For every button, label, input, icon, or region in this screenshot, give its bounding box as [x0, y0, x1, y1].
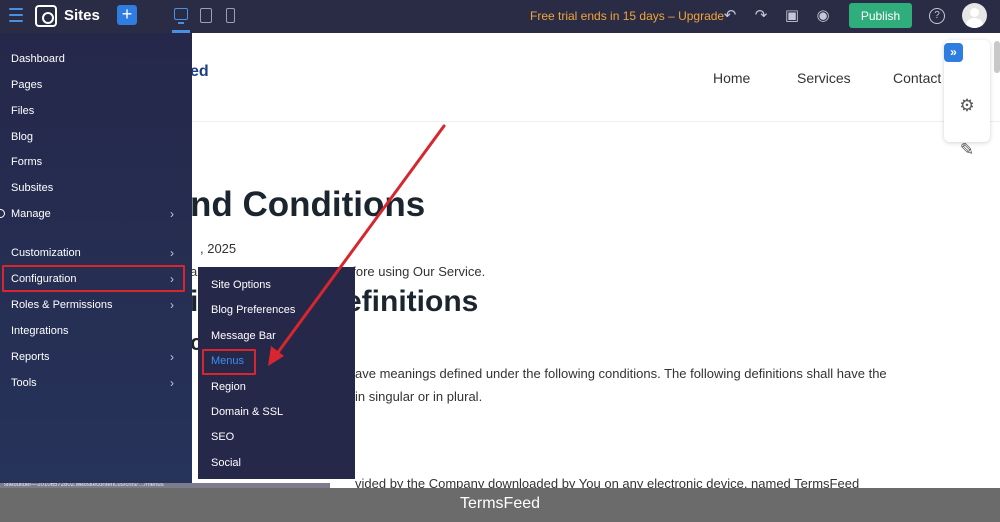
submenu-item-social[interactable]: Social [211, 455, 241, 471]
chevron-right-icon: › [170, 298, 174, 312]
app-title: Sites [64, 7, 100, 24]
definitions-paragraph: ave meanings defined under the following… [355, 366, 887, 381]
eye-icon[interactable]: ◉ [814, 7, 832, 25]
undo-icon[interactable]: ↶ [721, 7, 739, 25]
sidebar-item-customization[interactable]: Customization [11, 245, 81, 261]
sidebar-item-forms[interactable]: Forms [11, 154, 42, 170]
configuration-highlight [2, 265, 185, 292]
submenu-item-seo[interactable]: SEO [211, 429, 234, 445]
desktop-icon[interactable] [174, 8, 188, 24]
section-heading: efinitions [345, 285, 479, 318]
submenu-item-blog-preferences[interactable]: Blog Preferences [211, 302, 295, 318]
nav-services[interactable]: Services [797, 70, 851, 86]
sidebar-item-tools[interactable]: Tools [11, 375, 37, 391]
site-logo[interactable]: ed [190, 63, 209, 81]
user-avatar-icon[interactable] [962, 3, 987, 28]
tablet-icon[interactable] [200, 8, 212, 23]
expand-panel-icon[interactable]: » [944, 43, 963, 62]
sites-logo-icon [35, 5, 57, 27]
add-button[interactable]: + [117, 5, 137, 25]
last-updated-date: , 2025 [200, 241, 237, 256]
sidebar-item-reports[interactable]: Reports [11, 349, 50, 365]
save-icon[interactable]: ▣ [783, 7, 801, 25]
submenu-item-site-options[interactable]: Site Options [211, 277, 271, 293]
help-icon[interactable]: ? [929, 8, 945, 24]
menus-highlight [202, 349, 256, 375]
mobile-icon[interactable] [226, 8, 235, 23]
edit-content-icon[interactable]: ✎ [956, 139, 978, 161]
chevron-right-icon: › [170, 376, 174, 390]
sidebar-item-files[interactable]: Files [11, 103, 34, 119]
submenu-item-domain-ssl[interactable]: Domain & SSL [211, 404, 283, 420]
chevron-right-icon: › [170, 350, 174, 364]
submenu-item-message-bar[interactable]: Message Bar [211, 328, 276, 344]
sidebar-item-integrations[interactable]: Integrations [11, 323, 68, 339]
caption-bar: TermsFeed [0, 488, 1000, 522]
page-heading: nd Conditions [190, 185, 426, 224]
trial-upgrade-link[interactable]: Free trial ends in 15 days – Upgrade [530, 9, 724, 23]
nav-contact[interactable]: Contact [893, 70, 941, 86]
sidebar-item-subsites[interactable]: Subsites [11, 180, 53, 196]
chevron-right-icon: › [170, 207, 174, 221]
submenu-item-region[interactable]: Region [211, 379, 246, 395]
nav-home[interactable]: Home [713, 70, 750, 86]
intro-paragraph: efore using Our Service. [345, 264, 486, 279]
chevron-right-icon: › [170, 246, 174, 260]
publish-button[interactable]: Publish [849, 3, 912, 28]
scrollbar[interactable] [994, 41, 1000, 73]
sidebar-item-manage[interactable]: Manage [11, 206, 51, 222]
hamburger-icon[interactable] [9, 8, 23, 22]
redo-icon[interactable]: ↷ [752, 7, 770, 25]
sidebar-item-blog[interactable]: Blog [11, 129, 33, 145]
top-toolbar: Sites + Free trial ends in 15 days – Upg… [0, 0, 1000, 33]
sidebar-item-roles-permissions[interactable]: Roles & Permissions [11, 297, 112, 313]
design-palette-icon[interactable]: ⚙ [956, 95, 978, 117]
header-divider [190, 121, 1000, 122]
sidebar-item-pages[interactable]: Pages [11, 77, 42, 93]
sidebar-item-dashboard[interactable]: Dashboard [11, 51, 65, 67]
definitions-paragraph-cont: in singular or in plural. [355, 389, 483, 404]
